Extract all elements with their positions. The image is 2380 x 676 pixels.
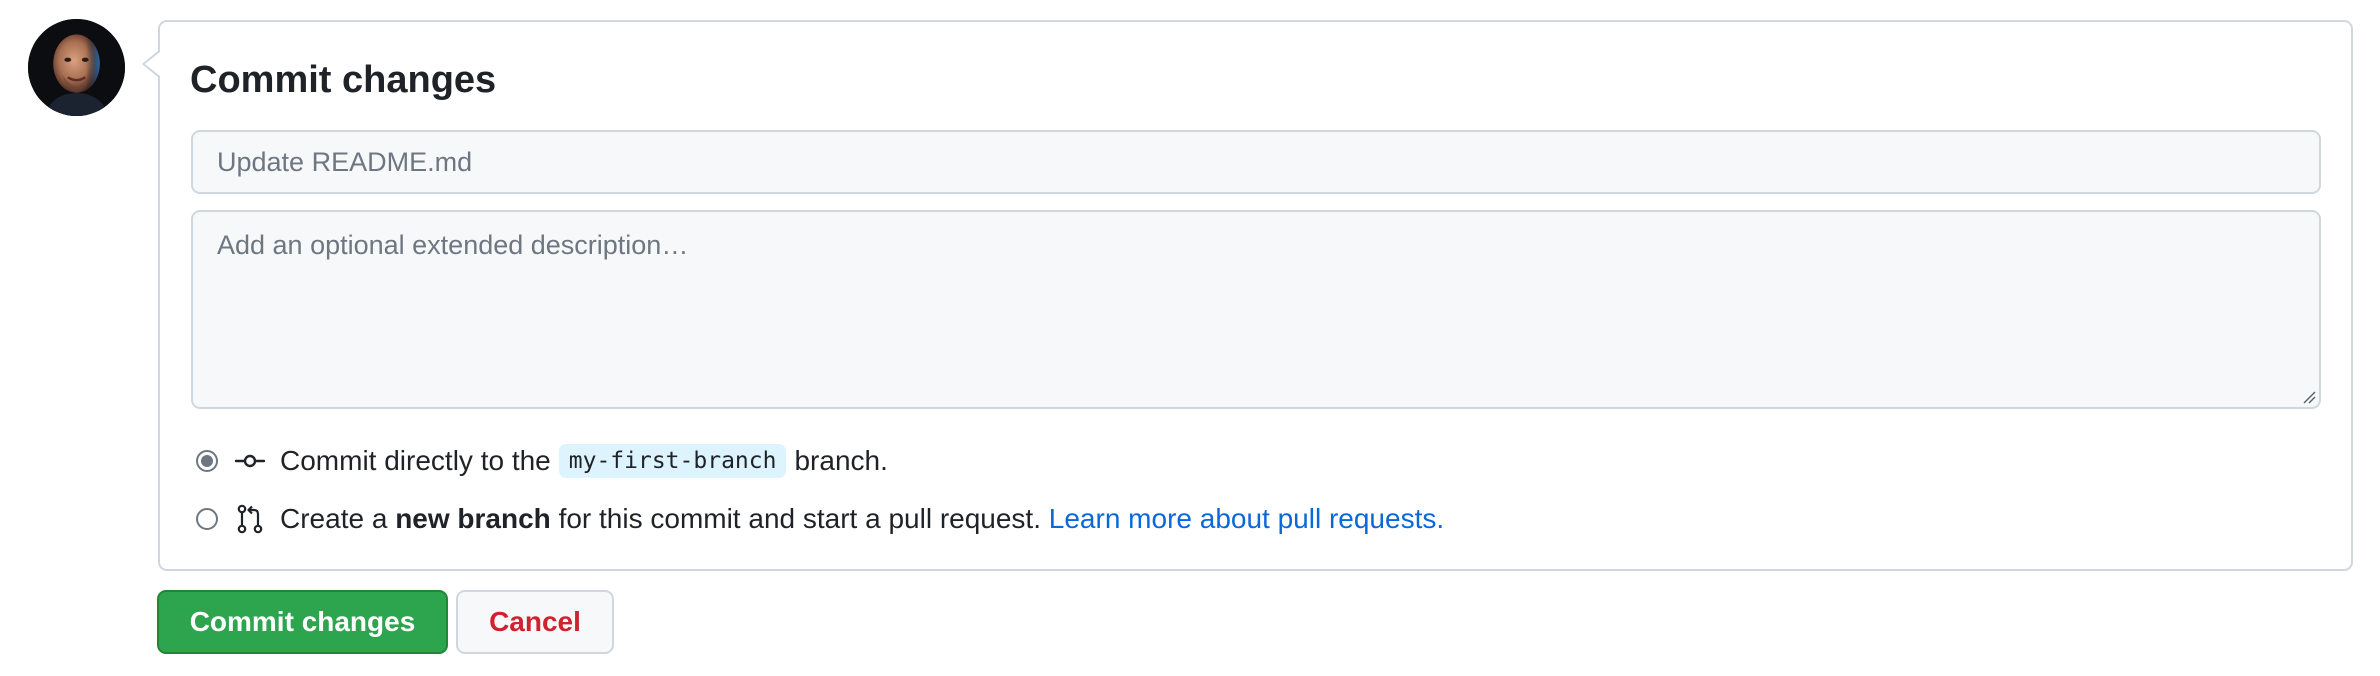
commit-description-input[interactable] — [191, 210, 2321, 409]
commit-direct-suffix: branch. — [794, 445, 888, 476]
new-branch-text-suffix: for this commit and start a pull request… — [558, 503, 1041, 534]
radio-selected-dot — [201, 455, 213, 467]
branch-name-chip: my-first-branch — [558, 444, 787, 478]
user-avatar[interactable] — [28, 19, 125, 116]
commit-direct-text: Commit directly to the — [280, 445, 551, 476]
learn-more-pull-requests-link[interactable]: Learn more about pull requests. — [1049, 503, 1444, 535]
cancel-button[interactable]: Cancel — [456, 590, 614, 654]
commit-page: Commit changes Commit directly to the my… — [0, 0, 2380, 676]
git-commit-icon — [234, 445, 266, 477]
new-branch-text-prefix: Create a — [280, 503, 388, 534]
new-branch-radio[interactable] — [196, 508, 218, 530]
new-branch-option[interactable]: Create a new branch for this commit and … — [196, 499, 1444, 539]
resize-grip-icon[interactable] — [2302, 390, 2316, 404]
commit-summary-input[interactable] — [191, 130, 2321, 194]
avatar-photo-icon — [28, 19, 125, 116]
commit-direct-radio[interactable] — [196, 450, 218, 472]
commit-form-title: Commit changes — [190, 59, 497, 101]
git-pull-request-icon — [234, 503, 266, 535]
panel-pointer-fill — [145, 52, 160, 76]
new-branch-bold-text: new branch — [395, 503, 551, 534]
commit-changes-button[interactable]: Commit changes — [157, 590, 448, 654]
commit-direct-option[interactable]: Commit directly to the my-first-branch b… — [196, 441, 888, 481]
